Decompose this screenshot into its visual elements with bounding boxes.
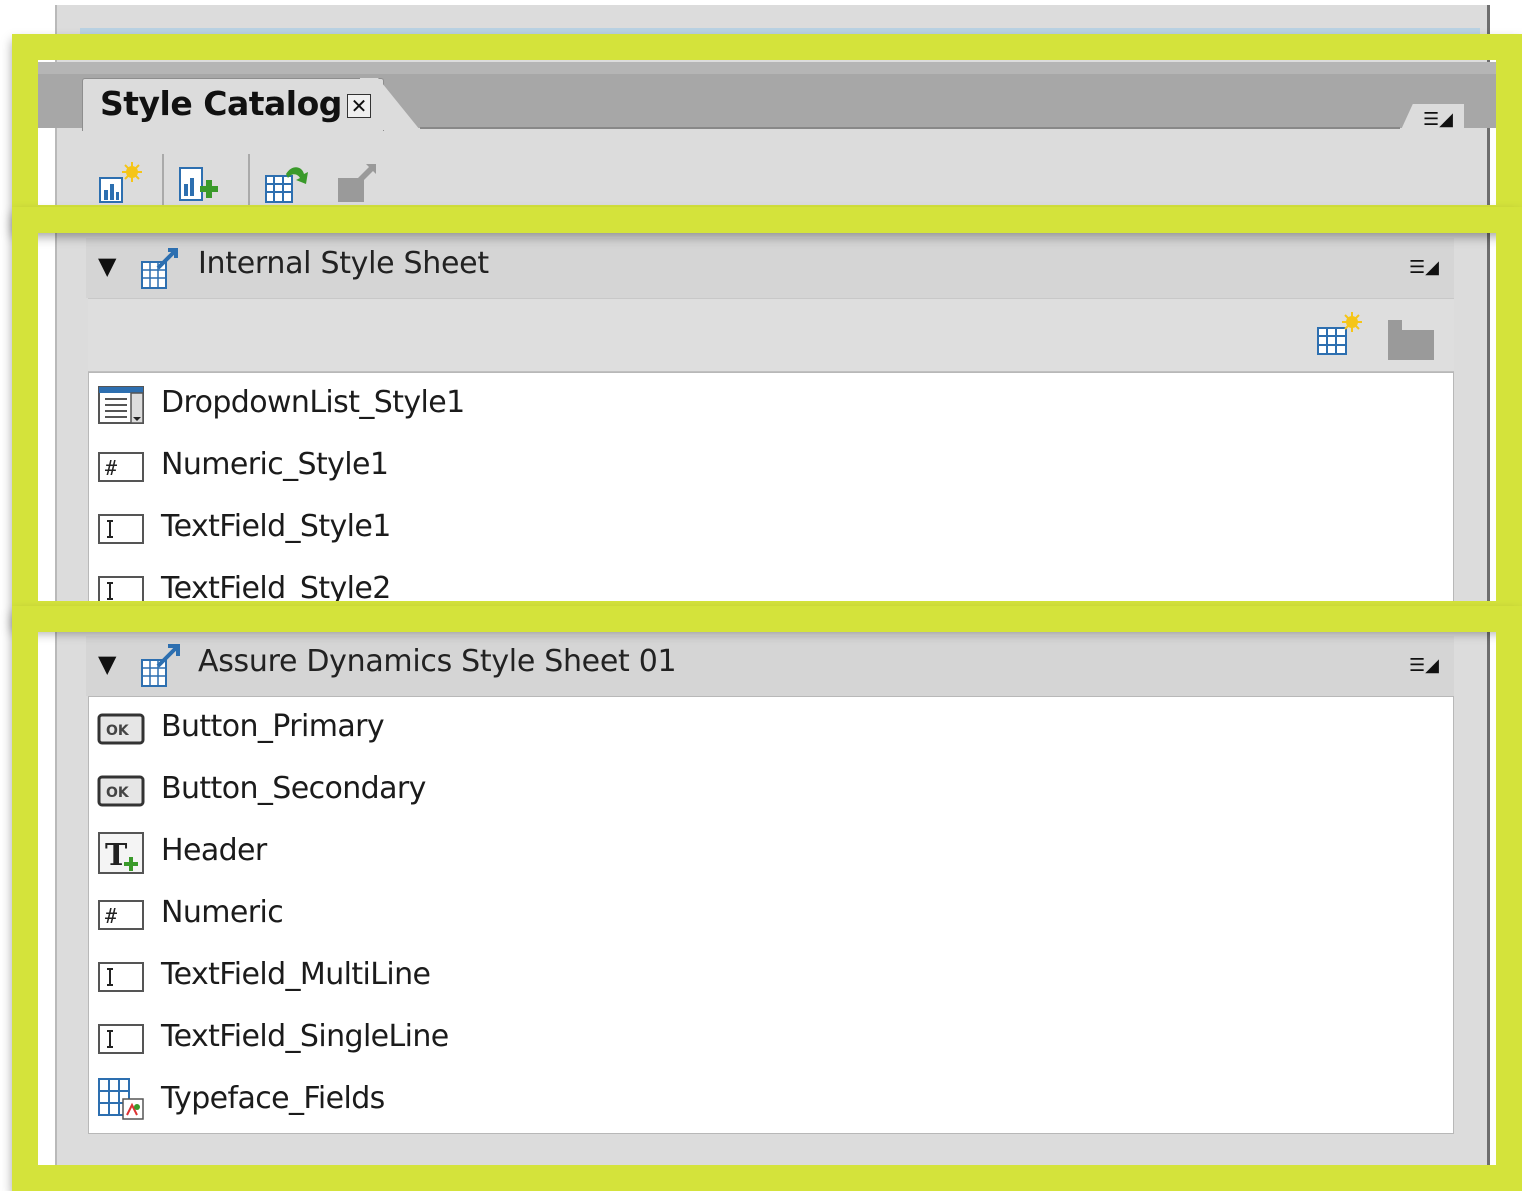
- item-label: Button_Primary: [161, 709, 385, 744]
- button-ok-icon: OK: [97, 713, 145, 745]
- item-label: TextField_MultiLine: [161, 957, 431, 992]
- collapse-triangle-icon[interactable]: ▼: [98, 252, 116, 280]
- tab-bar-highlight: [38, 62, 1502, 74]
- item-label: TextField_Style1: [161, 509, 391, 544]
- svg-text:OK: OK: [106, 785, 130, 801]
- text-field-icon: [97, 1023, 144, 1055]
- panel-menu-icon[interactable]: ☰◢: [1418, 106, 1458, 134]
- list-item[interactable]: TextField_SingleLine: [89, 1011, 1453, 1067]
- internal-style-list: DropdownList_Style1 # Numeric_Style1 Tex…: [88, 372, 1454, 612]
- collapse-triangle-icon[interactable]: ▼: [98, 650, 116, 678]
- svg-text:#: #: [105, 456, 117, 480]
- section-menu-icon[interactable]: ☰◢: [1404, 652, 1444, 680]
- item-label: TextField_SingleLine: [161, 1019, 449, 1054]
- list-item[interactable]: # Numeric_Style1: [89, 439, 1453, 495]
- list-item[interactable]: DropdownList_Style1: [89, 377, 1453, 433]
- list-item[interactable]: TextField_Style1: [89, 501, 1453, 557]
- section-title: Assure Dynamics Style Sheet 01: [198, 644, 677, 679]
- text-field-icon: [97, 575, 144, 607]
- item-label: TextField_Style2: [161, 571, 391, 606]
- svg-text:#: #: [105, 904, 117, 928]
- list-item[interactable]: OK Button_Secondary: [89, 763, 1453, 819]
- list-item[interactable]: # Numeric: [89, 887, 1453, 943]
- new-style-icon[interactable]: [1314, 312, 1364, 358]
- typeface-fields-icon: [97, 1078, 144, 1120]
- new-style-icon[interactable]: [96, 162, 142, 206]
- text-field-icon: [97, 961, 144, 993]
- item-label: DropdownList_Style1: [161, 385, 465, 420]
- close-icon[interactable]: ✕: [347, 94, 371, 118]
- panel-top-strip: [80, 28, 1480, 34]
- svg-text:OK: OK: [106, 723, 130, 739]
- button-ok-icon: OK: [97, 775, 145, 807]
- import-style-sheet-icon[interactable]: [262, 162, 308, 206]
- list-item[interactable]: TextField_Style2: [89, 563, 1453, 619]
- list-item[interactable]: OK Button_Primary: [89, 701, 1453, 757]
- svg-text:T: T: [105, 838, 128, 873]
- tab-bar-edge: [420, 127, 1400, 129]
- item-label: Header: [161, 833, 267, 868]
- dropdown-field-icon: [97, 386, 144, 424]
- style-sheet-icon: [138, 246, 184, 292]
- item-label: Numeric_Style1: [161, 447, 389, 482]
- item-label: Typeface_Fields: [161, 1081, 385, 1116]
- tab-title: Style Catalog: [100, 84, 342, 123]
- item-label: Button_Secondary: [161, 771, 426, 806]
- section-menu-icon[interactable]: ☰◢: [1404, 254, 1444, 282]
- item-label: Numeric: [161, 895, 284, 930]
- toolbar-separator: [248, 154, 250, 206]
- section-title: Internal Style Sheet: [198, 246, 489, 281]
- linked-style-sheet-icon: [138, 642, 186, 690]
- add-style-sheet-icon[interactable]: [176, 162, 222, 206]
- numeric-field-icon: #: [97, 899, 144, 931]
- export-style-sheet-icon: [334, 162, 380, 206]
- numeric-field-icon: #: [97, 451, 144, 483]
- text-header-icon: T: [97, 832, 144, 874]
- assure-style-list: OK Button_Primary OK Button_Secondary T …: [88, 696, 1454, 1134]
- text-field-icon: [97, 513, 144, 545]
- list-item[interactable]: Typeface_Fields: [89, 1073, 1453, 1129]
- internal-subtoolbar: [88, 298, 1454, 372]
- list-item[interactable]: TextField_MultiLine: [89, 949, 1453, 1005]
- toolbar-separator: [162, 154, 164, 206]
- delete-style-icon: [1386, 316, 1436, 362]
- list-item[interactable]: T Header: [89, 825, 1453, 881]
